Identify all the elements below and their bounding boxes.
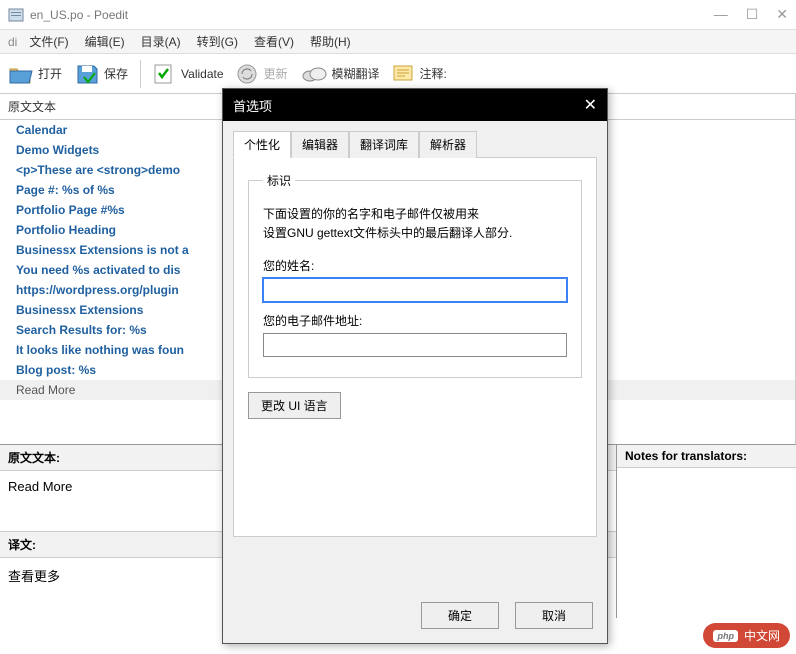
notes-button[interactable]: 注释: [392, 64, 447, 84]
tab-parser[interactable]: 解析器 [419, 131, 477, 158]
watermark-text: 中文网 [744, 627, 780, 644]
cloud-icon [300, 64, 328, 84]
menubar: di 文件(F) 编辑(E) 目录(A) 转到(G) 查看(V) 帮助(H) [0, 30, 796, 54]
window-titlebar: en_US.po - Poedit — ☐ ✕ [0, 0, 796, 30]
tab-panel-personal: 标识 下面设置的你的名字和电子邮件仅被用来 设置GNU gettext文件标头中… [233, 157, 597, 537]
menu-goto[interactable]: 转到(G) [189, 31, 246, 52]
menu-view[interactable]: 查看(V) [246, 31, 302, 52]
save-button[interactable]: 保存 [74, 63, 128, 85]
tab-personal[interactable]: 个性化 [233, 131, 291, 158]
fuzzy-button[interactable]: 模糊翻译 [300, 64, 380, 84]
email-input[interactable] [263, 333, 567, 357]
menu-file[interactable]: 文件(F) [21, 31, 76, 52]
dialog-titlebar: 首选项 ✕ [223, 89, 607, 121]
preferences-dialog: 首选项 ✕ 个性化 编辑器 翻译词库 解析器 标识 下面设置的你的名字和电子邮件… [222, 88, 608, 644]
app-icon [8, 7, 24, 23]
validate-button[interactable]: Validate [153, 63, 223, 85]
name-input[interactable] [263, 278, 567, 302]
menu-edit[interactable]: 编辑(E) [77, 31, 133, 52]
notes-icon [392, 64, 416, 84]
change-ui-language-button[interactable]: 更改 UI 语言 [248, 392, 341, 419]
identity-info: 下面设置的你的名字和电子邮件仅被用来 设置GNU gettext文件标头中的最后… [263, 205, 567, 243]
update-icon [236, 63, 260, 85]
dialog-title: 首选项 [233, 96, 272, 115]
dialog-tabs: 个性化 编辑器 翻译词库 解析器 [223, 121, 607, 158]
minimize-button[interactable]: — [714, 6, 728, 23]
email-label: 您的电子邮件地址: [263, 312, 567, 329]
menu-catalog[interactable]: 目录(A) [133, 31, 189, 52]
update-button[interactable]: 更新 [236, 63, 288, 85]
name-label: 您的姓名: [263, 257, 567, 274]
cancel-button[interactable]: 取消 [515, 602, 593, 629]
close-icon[interactable]: ✕ [584, 95, 597, 115]
open-button[interactable]: 打开 [8, 63, 62, 85]
identity-legend: 标识 [263, 172, 295, 189]
notes-content [617, 468, 796, 528]
folder-open-icon [8, 63, 34, 85]
menu-help[interactable]: 帮助(H) [302, 31, 359, 52]
tab-tm[interactable]: 翻译词库 [349, 131, 419, 158]
window-title: en_US.po - Poedit [30, 8, 714, 22]
close-window-button[interactable]: ✕ [776, 6, 788, 23]
maximize-button[interactable]: ☐ [746, 6, 759, 23]
php-badge: php [713, 630, 738, 642]
identity-fieldset: 标识 下面设置的你的名字和电子邮件仅被用来 设置GNU gettext文件标头中… [248, 172, 582, 378]
notes-label: Notes for translators: [617, 445, 796, 468]
validate-icon [153, 63, 177, 85]
save-icon [74, 63, 100, 85]
toolbar-divider [140, 60, 141, 88]
watermark: php 中文网 [703, 623, 790, 648]
ok-button[interactable]: 确定 [421, 602, 499, 629]
edit-prefix: di [4, 33, 21, 51]
tab-editor[interactable]: 编辑器 [291, 131, 349, 158]
